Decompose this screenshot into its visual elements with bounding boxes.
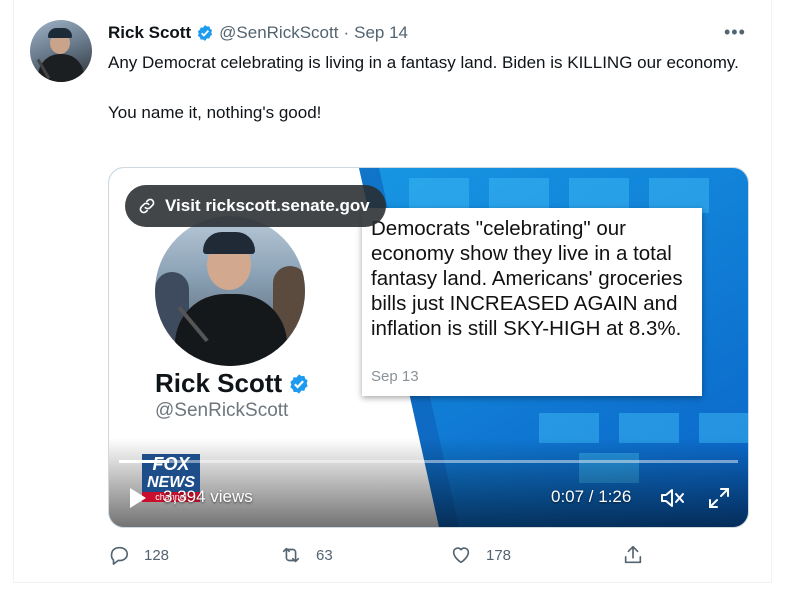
tweet-date[interactable]: Sep 14 [354,23,408,43]
like-count: 178 [486,546,512,564]
fullscreen-icon[interactable] [707,486,731,510]
reply-count: 128 [144,546,170,564]
quoted-tweet-text: Democrats "celebrating" our economy show… [371,217,683,340]
quoted-tweet-date: Sep 13 [371,368,419,385]
share-button[interactable] [622,544,644,566]
like-button[interactable]: 178 [450,544,511,566]
tweet-text: Any Democrat celebrating is living in a … [108,53,739,122]
author-avatar[interactable] [30,20,92,82]
view-count: 3,394 views [163,487,253,506]
card-author-handle: @SenRickScott [155,400,289,421]
author-name[interactable]: Rick Scott [108,23,191,43]
card-author-name-text: Rick Scott [155,368,283,398]
verified-badge-icon [290,373,308,394]
link-icon [139,198,155,214]
card-author-name: Rick Scott [155,368,310,399]
visit-website-label: Visit rickscott.senate.gov [165,196,370,215]
controls-shade [109,438,748,527]
verified-badge-icon [198,25,213,41]
video-progress-bar[interactable] [119,460,738,463]
like-icon [452,547,470,564]
video-player[interactable]: Rick Scott @SenRickScott Democrats "cele… [108,167,749,528]
reply-icon [110,546,129,565]
visit-website-button[interactable]: Visit rickscott.senate.gov [125,185,386,227]
more-icon[interactable]: ••• [724,23,746,41]
play-icon[interactable] [129,487,147,509]
retweet-count: 63 [316,546,333,564]
video-progress-fill [119,460,169,463]
tweet-actions: 128 63 178 [108,544,668,570]
fox-logo-line1: FOX [142,454,200,474]
retweet-icon [282,547,300,563]
retweet-button[interactable]: 63 [280,544,333,566]
reply-button[interactable]: 128 [108,544,169,566]
profile-photo [155,216,305,366]
separator-dot: · [343,23,350,42]
author-handle[interactable]: @SenRickScott [219,23,338,43]
video-time: 0:07 / 1:26 [551,487,632,506]
share-icon [624,545,642,564]
quoted-tweet-card: Democrats "celebrating" our economy show… [362,208,702,396]
mute-icon[interactable] [660,486,686,510]
tweet-header: Rick Scott @SenRickScott · Sep 14 [108,22,408,44]
